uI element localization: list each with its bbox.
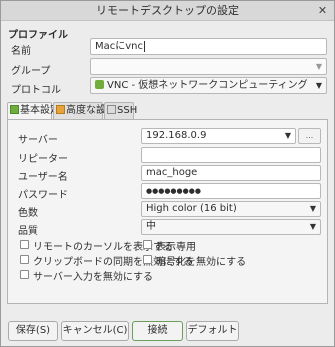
protocol-value: VNC - 仮想ネットワークコンピューティング <box>107 80 308 91</box>
server-input[interactable]: 192.168.0.9 ▼ <box>141 128 296 144</box>
cancel-button[interactable]: キャンセル(C) <box>61 321 129 341</box>
chevron-down-icon: ▼ <box>309 222 316 231</box>
username-label: ユーザー名 <box>18 172 68 183</box>
window-title: リモートデスクトップの設定 <box>96 4 239 17</box>
colors-label: 色数 <box>18 208 38 219</box>
password-value: ●●●●●●●●● <box>146 187 201 195</box>
quality-value: 中 <box>146 221 156 232</box>
settings-dialog: リモートデスクトップの設定 ✕ プロファイル 名前 Macにvnc グループ ▼… <box>0 0 335 347</box>
close-button[interactable]: ✕ <box>315 3 330 18</box>
server-value: 192.168.0.9 <box>146 130 207 141</box>
basic-settings-panel: サーバー 192.168.0.9 ▼ ... リピーター ユーザー名 mac_h… <box>7 119 328 304</box>
chevron-down-icon: ▼ <box>315 81 322 90</box>
quality-label: 品質 <box>18 226 38 237</box>
profile-section-title: プロファイル <box>8 30 68 41</box>
tab-ssh-label: SSH <box>117 105 138 116</box>
advanced-settings-icon <box>56 105 65 114</box>
server-label: サーバー <box>18 135 58 146</box>
save-button[interactable]: 保存(S) <box>8 321 58 341</box>
view-only-checkbox[interactable] <box>143 240 152 249</box>
quality-select[interactable]: 中 ▼ <box>141 219 321 235</box>
server-browse-button[interactable]: ... <box>298 128 321 144</box>
name-value: Macにvnc <box>95 41 144 52</box>
tab-advanced[interactable]: 高度な設定 <box>53 102 116 119</box>
show-remote-cursor-checkbox[interactable] <box>20 240 29 249</box>
username-value: mac_hoge <box>146 167 198 178</box>
disable-encryption-checkbox[interactable] <box>143 255 152 264</box>
password-label: パスワード <box>18 190 68 201</box>
username-input[interactable]: mac_hoge <box>141 165 321 181</box>
password-input[interactable]: ●●●●●●●●● <box>141 183 321 199</box>
disable-server-input-label[interactable]: サーバー入力を無効にする <box>33 268 153 283</box>
connect-button[interactable]: 接続 <box>132 321 183 341</box>
colors-value: High color (16 bit) <box>146 203 237 214</box>
chevron-down-icon: ▼ <box>309 204 316 213</box>
disable-encryption-label[interactable]: 暗号化を無効にする <box>156 253 246 268</box>
view-only-label[interactable]: 表示専用 <box>156 238 196 253</box>
name-input[interactable]: Macにvnc <box>90 38 327 55</box>
group-label: グループ <box>11 66 51 77</box>
name-label: 名前 <box>11 46 31 57</box>
repeater-input[interactable] <box>141 147 321 163</box>
disable-clipboard-sync-checkbox[interactable] <box>20 255 29 264</box>
ssh-icon <box>107 105 116 114</box>
chevron-down-icon[interactable]: ▼ <box>316 59 322 74</box>
basic-settings-icon <box>10 105 19 114</box>
default-button[interactable]: デフォルト <box>186 321 239 341</box>
protocol-label: プロトコル <box>11 85 61 96</box>
tab-basic[interactable]: 基本設定 <box>7 102 60 120</box>
show-remote-cursor-label[interactable]: リモートのカーソルを表示する <box>33 238 173 253</box>
title-bar: リモートデスクトップの設定 ✕ <box>1 1 334 21</box>
disable-server-input-checkbox[interactable] <box>20 270 29 279</box>
protocol-select[interactable]: VNC - 仮想ネットワークコンピューティング ▼ <box>90 77 327 94</box>
colors-select[interactable]: High color (16 bit) ▼ <box>141 201 321 217</box>
group-combo[interactable]: ▼ <box>90 58 327 75</box>
vnc-icon <box>95 80 104 89</box>
tab-ssh[interactable]: SSH <box>104 102 138 119</box>
chevron-down-icon[interactable]: ▼ <box>285 129 291 143</box>
repeater-label: リピーター <box>18 154 68 165</box>
